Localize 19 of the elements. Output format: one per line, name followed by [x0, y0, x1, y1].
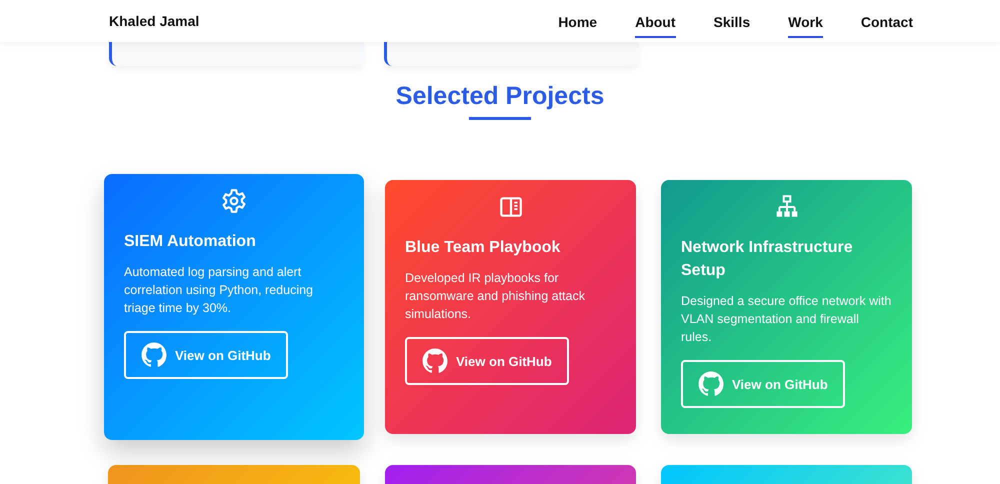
- project-title: Blue Team Playbook: [405, 238, 562, 258]
- settings-icon: [221, 188, 247, 214]
- section-title: Selected Projects: [394, 82, 606, 111]
- nav-link[interactable]: Work: [788, 8, 823, 38]
- project-title: Network Infrastructure Setup: [681, 238, 854, 281]
- github-cat-icon: [698, 371, 724, 397]
- project-description: Automated log parsing and alert correlation using Python, reducing triage time by 30%.: [124, 264, 314, 317]
- sitemap-icon: [774, 194, 800, 220]
- nav-link[interactable]: Skills: [714, 8, 750, 38]
- site-brand[interactable]: Khaled Jamal: [109, 13, 200, 29]
- github-link-button[interactable]: View on GitHub: [405, 337, 569, 385]
- project-description: Designed a secure office network with VLAN segmentation and firewall rules.: [681, 293, 892, 346]
- project-title: SIEM Automation: [124, 232, 257, 252]
- nav-link[interactable]: About: [635, 8, 676, 38]
- nav-link[interactable]: Contact: [860, 8, 913, 38]
- github-cat-icon: [141, 342, 167, 368]
- nav-link[interactable]: Home: [558, 8, 598, 38]
- github-cat-icon: [422, 348, 448, 374]
- project-description: Developed IR playbooks for ransomware and phishing attack simulations.: [405, 270, 586, 323]
